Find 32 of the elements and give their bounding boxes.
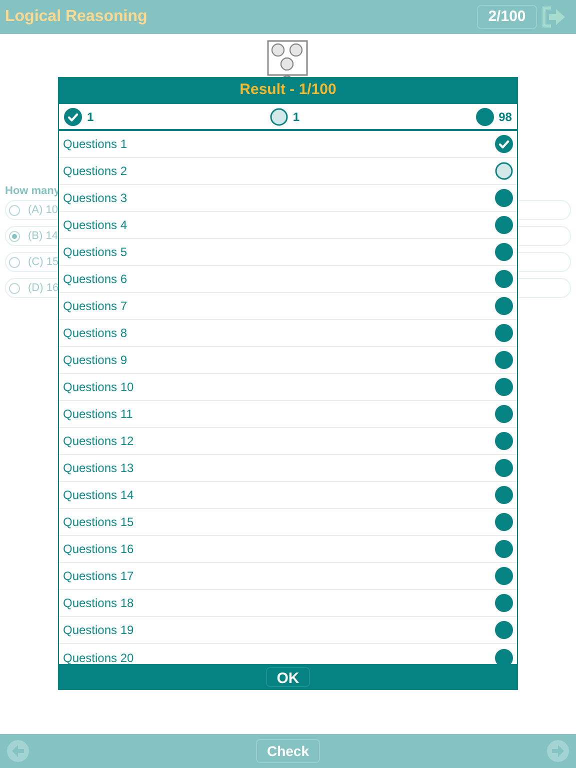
radio-button[interactable] — [9, 256, 20, 268]
summary-count: 1 — [292, 108, 300, 126]
exit-icon[interactable] — [541, 6, 567, 28]
question-row[interactable]: Questions 14 — [59, 482, 517, 509]
question-row[interactable]: Questions 6 — [59, 266, 517, 293]
summary-count: 98 — [498, 108, 512, 126]
radio-button[interactable] — [9, 230, 20, 242]
summary-count: 1 — [87, 108, 94, 126]
question-row[interactable]: Questions 16 — [59, 536, 517, 563]
radio-button[interactable] — [9, 204, 20, 216]
question-row[interactable]: Questions 17 — [59, 563, 517, 590]
question-row[interactable]: Questions 3 — [59, 185, 517, 212]
question-text: How many — [5, 184, 60, 199]
question-row[interactable]: Questions 5 — [59, 239, 517, 266]
question-row[interactable]: Questions 9 — [59, 347, 517, 374]
question-row[interactable]: Questions 12 — [59, 428, 517, 455]
question-row[interactable]: Questions 19 — [59, 617, 517, 644]
radio-button[interactable] — [9, 282, 20, 294]
question-row[interactable]: Questions 7 — [59, 293, 517, 320]
dialog-title: Result - 1/100 — [240, 80, 336, 100]
app-title: Logical Reasoning — [5, 7, 148, 27]
question-row[interactable]: Questions 15 — [59, 509, 517, 536]
question-row[interactable]: Questions 11 — [59, 401, 517, 428]
question-row[interactable]: Questions 13 — [59, 455, 517, 482]
question-row[interactable]: Questions 1 — [59, 131, 517, 158]
question-row[interactable]: Questions 10 — [59, 374, 517, 401]
question-row[interactable]: Questions 20 — [59, 644, 517, 664]
question-row[interactable]: Questions 18 — [59, 590, 517, 617]
question-row[interactable]: Questions 4 — [59, 212, 517, 239]
question-row[interactable]: Questions 2 — [59, 158, 517, 185]
ok-button[interactable]: OK — [266, 667, 310, 687]
question-row[interactable]: Questions 8 — [59, 320, 517, 347]
